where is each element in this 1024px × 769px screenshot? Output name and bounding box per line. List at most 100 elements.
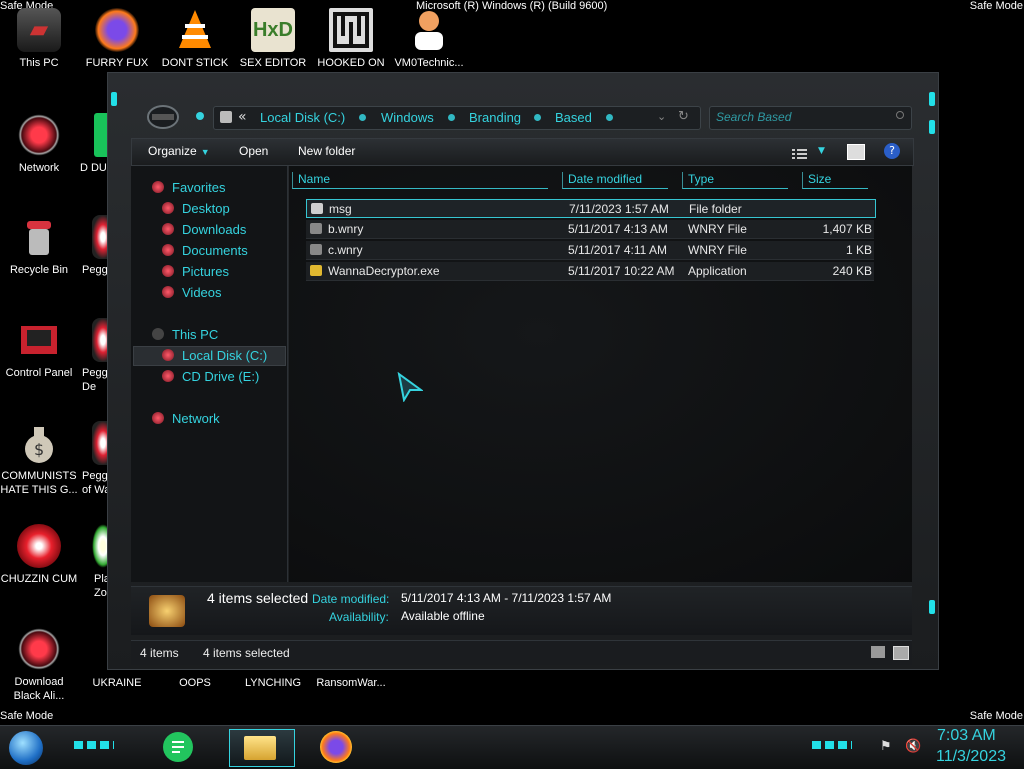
taskbar-accent: [74, 741, 114, 749]
taskbar-explorer-button[interactable]: [229, 729, 295, 767]
red-orb-icon: [17, 627, 61, 671]
taskbar-accent: [812, 741, 852, 749]
file-icon: [310, 244, 322, 255]
desktop-icon-vm0technic[interactable]: VM0Technic...: [390, 8, 468, 70]
money-bag-icon: $: [17, 421, 61, 465]
nav-network[interactable]: Network: [152, 411, 220, 426]
desktop-icon: [162, 202, 174, 214]
file-icon: [310, 223, 322, 234]
volume-muted-icon[interactable]: 🔇: [905, 739, 921, 754]
nav-this-pc[interactable]: This PC: [152, 327, 218, 342]
desktop-icon-communists[interactable]: $ COMMUNISTS HATE THIS G...: [0, 421, 78, 497]
overflow-chevron[interactable]: «: [238, 109, 247, 125]
selection-thumbnail-icon: [149, 595, 185, 627]
nav-documents[interactable]: Documents: [162, 243, 248, 258]
file-row[interactable]: WannaDecryptor.exe 5/11/2017 10:22 AM Ap…: [306, 262, 874, 281]
doctor-icon: [407, 8, 451, 52]
taskbar-notes-app-icon[interactable]: [163, 732, 193, 762]
preview-pane-icon[interactable]: [847, 144, 865, 160]
column-header-name[interactable]: Name: [292, 172, 548, 189]
network-icon: [17, 113, 61, 157]
clock-date[interactable]: 11/3/2023: [936, 748, 1006, 766]
chevron-down-icon: ▼: [200, 147, 210, 157]
breadcrumb-branding[interactable]: Branding: [469, 110, 521, 125]
downloads-icon: [162, 223, 174, 235]
organize-button[interactable]: Organize ▼: [148, 144, 210, 158]
frame-accent: [929, 120, 935, 134]
back-forward-icon[interactable]: [146, 103, 180, 131]
desktop-icon-this-pc[interactable]: ▰ This PC: [0, 8, 78, 70]
view-options-icon[interactable]: [792, 145, 808, 159]
column-header-type[interactable]: Type: [682, 172, 788, 189]
breadcrumb-separator[interactable]: [534, 114, 541, 121]
vlc-cone-icon: [173, 8, 217, 52]
safe-mode-label-bl: Safe Mode: [0, 710, 54, 722]
svg-text:$: $: [34, 440, 44, 459]
search-box[interactable]: Search Based: [709, 106, 912, 130]
frame-accent: [111, 92, 117, 106]
item-count: 4 items: [140, 646, 179, 660]
desktop-icon-chuzzin-cum[interactable]: CHUZZIN CUM: [0, 524, 78, 586]
mouse-cursor-icon: [397, 371, 425, 406]
computer-icon: [152, 328, 164, 340]
start-button[interactable]: [9, 731, 43, 765]
drive-icon: [162, 349, 174, 361]
firefox-icon: [95, 8, 139, 52]
nav-pictures[interactable]: Pictures: [162, 264, 229, 279]
recent-pages-icon[interactable]: [196, 112, 204, 120]
details-view-icon[interactable]: [871, 646, 885, 658]
breadcrumb-windows[interactable]: Windows: [381, 110, 434, 125]
view-chevron-icon[interactable]: ▼: [818, 146, 825, 156]
network-status-icon[interactable]: ⚑: [880, 739, 892, 754]
availability-value: Available offline: [401, 609, 485, 623]
refresh-icon[interactable]: ↻: [678, 109, 689, 124]
file-row[interactable]: c.wnry 5/11/2017 4:11 AM WNRY File 1 KB: [306, 241, 874, 260]
cd-drive-icon: [162, 370, 174, 382]
file-row[interactable]: msg 7/11/2023 1:57 AM File folder: [306, 199, 876, 218]
new-folder-button[interactable]: New folder: [298, 144, 355, 158]
column-header-size[interactable]: Size: [802, 172, 868, 189]
taskbar-firefox-icon[interactable]: [320, 731, 352, 763]
command-bar: Organize ▼ Open New folder ▼ ?: [131, 138, 914, 166]
desktop-icon-furry-fux[interactable]: FURRY FUX: [78, 8, 156, 70]
desktop-icon-hooked-on[interactable]: HOOKED ON: [312, 8, 390, 70]
selection-count: 4 items selected: [203, 646, 290, 660]
open-button[interactable]: Open: [239, 144, 268, 158]
favorites-star-icon: [152, 181, 164, 193]
search-icon[interactable]: [896, 111, 904, 119]
breadcrumb-separator[interactable]: [359, 114, 366, 121]
control-panel-icon: [17, 318, 61, 362]
network-icon: [152, 412, 164, 424]
this-pc-icon: ▰: [17, 8, 61, 52]
frame-accent: [929, 92, 935, 106]
breadcrumb-separator[interactable]: [448, 114, 455, 121]
maze-game-icon: [329, 8, 373, 52]
breadcrumb-separator[interactable]: [606, 114, 613, 121]
column-header-date[interactable]: Date modified: [562, 172, 668, 189]
chuzzle-icon: [17, 524, 61, 568]
nav-cd-drive[interactable]: CD Drive (E:): [162, 369, 259, 384]
desktop-icon-dont-stick[interactable]: DONT STICK: [156, 8, 234, 70]
breadcrumb-local-disk[interactable]: Local Disk (C:): [260, 110, 345, 125]
nav-videos[interactable]: Videos: [162, 285, 222, 300]
folder-icon: [311, 203, 323, 214]
nav-downloads[interactable]: Downloads: [162, 222, 246, 237]
taskbar: ⚑ 🔇 7:03 AM 11/3/2023: [0, 725, 1024, 769]
help-icon[interactable]: ?: [884, 143, 900, 159]
breadcrumb-based[interactable]: Based: [555, 110, 592, 125]
file-row[interactable]: b.wnry 5/11/2017 4:13 AM WNRY File 1,407…: [306, 220, 874, 239]
desktop-icon-control-panel[interactable]: Control Panel: [0, 318, 78, 380]
nav-local-disk[interactable]: Local Disk (C:): [162, 348, 267, 363]
availability-label: Availability:: [329, 610, 389, 624]
dropdown-chevron-icon[interactable]: ⌄: [657, 110, 666, 123]
clock-time[interactable]: 7:03 AM: [937, 727, 996, 745]
large-icons-view-icon[interactable]: [893, 646, 909, 660]
pictures-icon: [162, 265, 174, 277]
nav-desktop[interactable]: Desktop: [162, 201, 230, 216]
nav-favorites[interactable]: Favorites: [152, 180, 225, 195]
desktop-icon-download-black[interactable]: Download Black Ali...: [0, 627, 78, 703]
safe-mode-label-tr: Safe Mode: [969, 0, 1023, 12]
desktop-icon-sex-editor[interactable]: HxD SEX EDITOR: [234, 8, 312, 70]
desktop-icon-recycle-bin[interactable]: Recycle Bin: [0, 215, 78, 277]
address-bar[interactable]: « Local Disk (C:) Windows Branding Based…: [213, 106, 701, 130]
